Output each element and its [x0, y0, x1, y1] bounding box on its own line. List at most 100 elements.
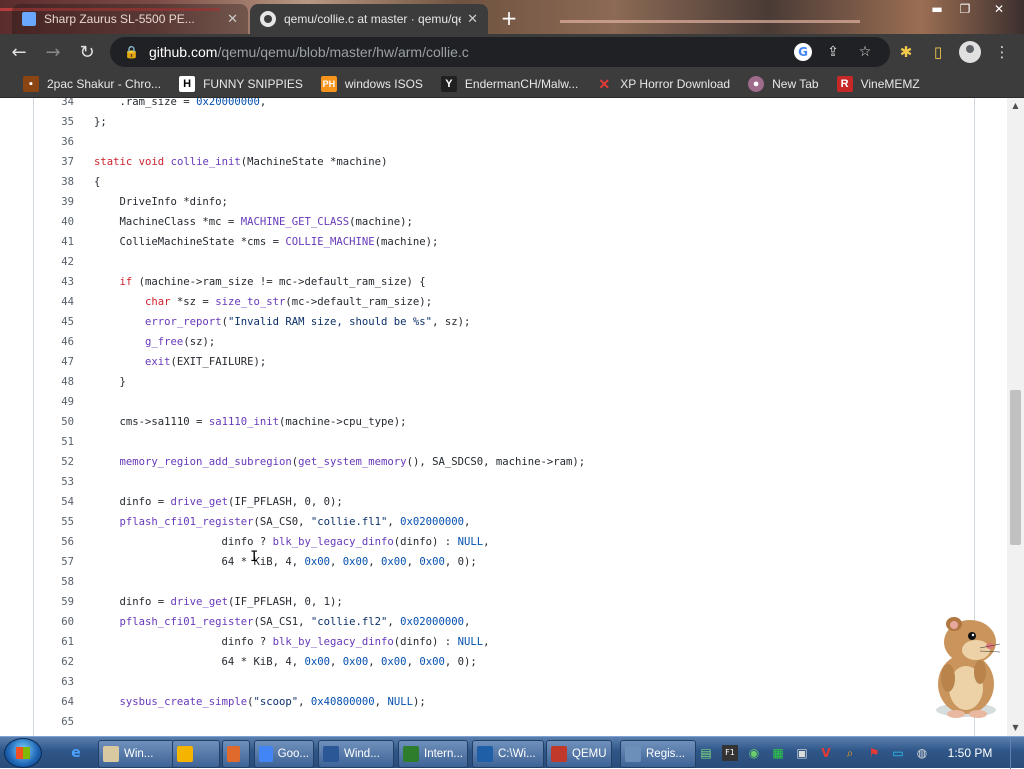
line-number[interactable]: 43 — [34, 272, 74, 292]
line-number[interactable]: 37 — [34, 152, 74, 172]
scroll-down-icon[interactable]: ▼ — [1007, 722, 1024, 734]
address-bar[interactable]: 🔒 github.com /qemu/qemu/blob/master/hw/a… — [110, 37, 890, 67]
line-number[interactable]: 45 — [34, 312, 74, 332]
tray-grid-icon[interactable]: ▦ — [770, 745, 786, 761]
scroll-up-icon[interactable]: ▲ — [1007, 100, 1024, 112]
line-number[interactable]: 61 — [34, 632, 74, 652]
code-text: DriveInfo *dinfo; — [94, 196, 228, 208]
line-number[interactable]: 53 — [34, 472, 74, 492]
line-number[interactable]: 51 — [34, 432, 74, 452]
taskbar-clock[interactable]: 1:50 PM — [940, 743, 1000, 763]
line-number[interactable]: 57 — [34, 552, 74, 572]
line-number[interactable]: 52 — [34, 452, 74, 472]
bookmark-star-icon[interactable]: ☆ — [856, 43, 874, 61]
bookmark-item[interactable]: H FUNNY SNIPPIES — [170, 72, 312, 96]
taskbar-button[interactable]: Goo... — [254, 740, 314, 768]
extensions-icon[interactable]: ✱ — [895, 41, 917, 63]
taskbar-button[interactable]: Win... — [98, 740, 174, 768]
tray-network-icon[interactable]: ▤ — [698, 745, 714, 761]
line-number[interactable]: 62 — [34, 652, 74, 672]
taskbar-button[interactable] — [172, 740, 220, 768]
bookmark-item[interactable]: ● New Tab — [739, 72, 827, 96]
bookmark-item[interactable]: ✕ XP Horror Download — [587, 72, 739, 96]
line-number[interactable]: 44 — [34, 292, 74, 312]
line-number[interactable]: 47 — [34, 352, 74, 372]
line-number[interactable]: 36 — [34, 132, 74, 152]
tab-sharp-zaurus[interactable]: Sharp Zaurus SL-5500 PE... ✕ — [12, 4, 248, 34]
back-arrow-icon[interactable]: ← — [4, 37, 34, 67]
forward-arrow-icon[interactable]: → — [38, 37, 68, 67]
side-panel-icon[interactable]: ▯ — [927, 41, 949, 63]
code-line: 51 — [34, 432, 934, 452]
bookmark-item[interactable]: Y EndermanCH/Malw... — [432, 72, 587, 96]
code-text: pflash_cfi01_register(SA_CS1, "collie.fl… — [119, 616, 471, 628]
taskbar-button[interactable] — [222, 740, 250, 768]
tray-f1-icon[interactable]: F1 — [722, 745, 738, 761]
tray-globe-icon[interactable]: ◉ — [746, 745, 762, 761]
code-line: 59 dinfo = drive_get(IF_PFLASH, 0, 1); — [34, 592, 934, 612]
taskbar-app-icon — [259, 746, 273, 762]
bookmark-item[interactable]: ▪ 2pac Shakur - Chro... — [14, 72, 170, 96]
tray-flag-icon[interactable]: ⚑ — [866, 745, 882, 761]
menu-kebab-icon[interactable]: ⋮ — [991, 41, 1013, 63]
taskbar-button[interactable]: Regis... — [620, 740, 696, 768]
show-desktop-button[interactable] — [1010, 737, 1024, 769]
scroll-thumb[interactable] — [1010, 390, 1021, 545]
profile-avatar[interactable] — [959, 41, 981, 63]
line-number[interactable]: 35 — [34, 112, 74, 132]
tray-v-icon[interactable]: V — [818, 745, 834, 761]
line-number[interactable]: 38 — [34, 172, 74, 192]
close-window-icon[interactable]: ✕ — [986, 2, 1012, 18]
line-number[interactable]: 58 — [34, 572, 74, 592]
line-number[interactable]: 64 — [34, 692, 74, 712]
internet-explorer-icon[interactable]: e — [66, 743, 86, 763]
line-number[interactable]: 42 — [34, 252, 74, 272]
new-tab-button[interactable]: + — [498, 8, 520, 30]
share-icon[interactable]: ⇪ — [824, 43, 842, 61]
taskbar-button[interactable]: Intern... — [398, 740, 468, 768]
taskbar-label: Wind... — [344, 748, 380, 760]
line-number[interactable]: 49 — [34, 392, 74, 412]
bookmark-item[interactable]: R VineMEMZ — [828, 72, 929, 96]
line-number[interactable]: 60 — [34, 612, 74, 632]
line-number[interactable]: 65 — [34, 712, 74, 732]
line-number[interactable]: 63 — [34, 672, 74, 692]
google-lens-icon[interactable]: G — [794, 43, 812, 61]
bookmark-r-icon: R — [836, 75, 853, 92]
line-number[interactable]: 56 — [34, 532, 74, 552]
line-number[interactable]: 34 — [34, 98, 74, 112]
taskbar-button[interactable]: C:\Wi... — [472, 740, 544, 768]
line-number[interactable]: 50 — [34, 412, 74, 432]
page-scrollbar[interactable]: ▲ ▼ — [1007, 98, 1024, 736]
taskbar-app-icon — [477, 746, 493, 762]
code-line: 45 error_report("Invalid RAM size, shoul… — [34, 312, 934, 332]
text-cursor-icon: I — [250, 549, 259, 565]
code-text: MachineClass *mc = MACHINE_GET_CLASS(mac… — [94, 216, 413, 228]
line-number[interactable]: 54 — [34, 492, 74, 512]
taskbar-button[interactable]: QEMU — [546, 740, 612, 768]
close-tab-icon[interactable]: ✕ — [227, 11, 238, 27]
reload-icon[interactable]: ↻ — [72, 37, 102, 67]
line-number[interactable]: 59 — [34, 592, 74, 612]
start-button[interactable] — [4, 738, 42, 768]
line-number[interactable]: 55 — [34, 512, 74, 532]
maximize-icon[interactable]: ❐ — [952, 2, 978, 18]
desktop-buddy-hamster[interactable] — [920, 614, 1006, 720]
tray-speaker-icon[interactable]: ◍ — [914, 745, 930, 761]
close-tab-icon[interactable]: ✕ — [467, 11, 478, 27]
code-line: 55 pflash_cfi01_register(SA_CS0, "collie… — [34, 512, 934, 532]
line-number[interactable]: 41 — [34, 232, 74, 252]
line-number[interactable]: 46 — [34, 332, 74, 352]
tab-qemu-collie[interactable]: qemu/collie.c at master · qemu/qe... ✕ — [250, 4, 488, 34]
code-line: 37 static void collie_init(MachineState *… — [34, 152, 934, 172]
tray-monitor-icon[interactable]: ▭ — [890, 745, 906, 761]
taskbar-button[interactable]: Wind... — [318, 740, 394, 768]
minimize-icon[interactable]: ▬ — [924, 2, 950, 18]
bookmark-item[interactable]: PH windows ISOS — [312, 72, 432, 96]
line-number[interactable]: 48 — [34, 372, 74, 392]
line-number[interactable]: 39 — [34, 192, 74, 212]
tray-box-icon[interactable]: ▣ — [794, 745, 810, 761]
line-number[interactable]: 40 — [34, 212, 74, 232]
github-icon — [260, 11, 276, 27]
tray-search-icon[interactable]: ⌕ — [842, 745, 858, 761]
